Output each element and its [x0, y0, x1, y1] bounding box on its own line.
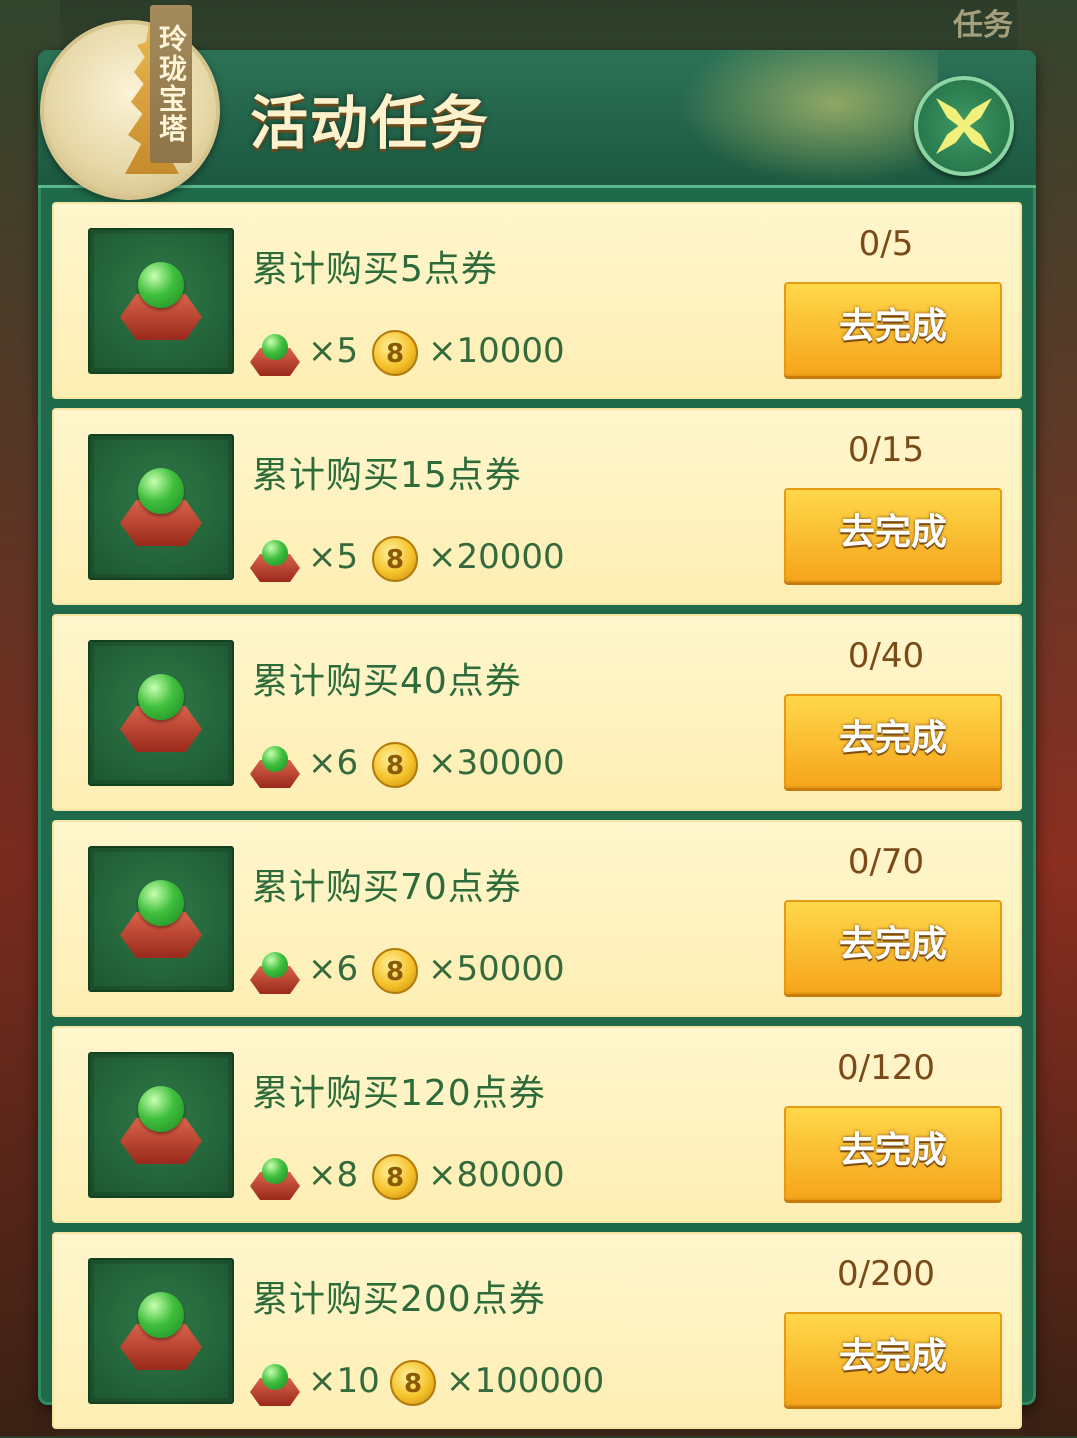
gold-coin-icon: 8 — [372, 742, 418, 788]
task-title: 累计购买15点券 — [252, 455, 522, 496]
gold-coin-icon: 8 — [372, 948, 418, 994]
go-complete-button[interactable]: 去完成 — [784, 1106, 1002, 1200]
jade-orb-icon — [116, 1080, 206, 1170]
task-progress: 0/120 — [837, 1048, 935, 1088]
task-reward-icon — [88, 1258, 234, 1404]
jade-orb-small-icon — [248, 744, 302, 788]
go-complete-button[interactable]: 去完成 — [784, 488, 1002, 582]
go-complete-button[interactable]: 去完成 — [784, 694, 1002, 788]
go-complete-button[interactable]: 去完成 — [784, 1312, 1002, 1406]
jade-orb-quantity: ×8 — [308, 1155, 359, 1195]
task-title: 累计购买70点券 — [252, 867, 522, 908]
panel-title: 活动任务 — [250, 89, 491, 157]
close-x-icon — [936, 98, 992, 154]
task-row: 累计购买5点券 ×5 8 ×10000 0/5 去完成 — [52, 202, 1022, 399]
jade-orb-small-icon — [248, 332, 302, 376]
jade-orb-icon — [116, 256, 206, 346]
coin-quantity: ×50000 — [428, 949, 565, 989]
coin-quantity: ×30000 — [428, 743, 565, 783]
jade-orb-icon — [116, 1286, 206, 1376]
go-complete-button[interactable]: 去完成 — [784, 900, 1002, 994]
coin-quantity: ×80000 — [428, 1155, 565, 1195]
task-row: 累计购买40点券 ×6 8 ×30000 0/40 去完成 — [52, 614, 1022, 811]
jade-orb-small-icon — [248, 1156, 302, 1200]
gold-coin-icon: 8 — [372, 330, 418, 376]
task-reward-icon — [88, 1052, 234, 1198]
header-sparkle — [678, 50, 938, 185]
jade-orb-small-icon — [248, 1362, 302, 1406]
pagoda-badge-label: 玲珑宝塔 — [150, 5, 192, 163]
task-list: 累计购买5点券 ×5 8 ×10000 0/5 去完成 累计购买15点券 ×5 … — [52, 202, 1022, 1438]
task-reward-icon — [88, 228, 234, 374]
task-progress: 0/40 — [847, 636, 925, 676]
gold-coin-icon: 8 — [372, 1154, 418, 1200]
task-progress: 0/5 — [858, 224, 914, 264]
coin-quantity: ×20000 — [428, 537, 565, 577]
pagoda-badge — [40, 20, 220, 200]
jade-orb-small-icon — [248, 950, 302, 994]
jade-orb-small-icon — [248, 538, 302, 582]
task-row: 累计购买15点券 ×5 8 ×20000 0/15 去完成 — [52, 408, 1022, 605]
jade-orb-icon — [116, 668, 206, 758]
task-reward-icon — [88, 434, 234, 580]
gold-coin-icon: 8 — [390, 1360, 436, 1406]
task-progress: 0/200 — [837, 1254, 935, 1294]
jade-orb-quantity: ×5 — [308, 537, 359, 577]
background-task-label: 任务 — [953, 8, 1013, 43]
jade-orb-icon — [116, 874, 206, 964]
jade-orb-quantity: ×10 — [308, 1361, 380, 1401]
jade-orb-quantity: ×6 — [308, 949, 359, 989]
jade-orb-quantity: ×5 — [308, 331, 359, 371]
task-title: 累计购买40点券 — [252, 661, 522, 702]
task-row: 累计购买200点券 ×10 8 ×100000 0/200 去完成 — [52, 1232, 1022, 1429]
task-title: 累计购买5点券 — [252, 249, 498, 290]
task-reward-icon — [88, 640, 234, 786]
close-button[interactable] — [914, 76, 1014, 176]
task-reward-icon — [88, 846, 234, 992]
jade-orb-quantity: ×6 — [308, 743, 359, 783]
task-title: 累计购买200点券 — [252, 1279, 546, 1320]
coin-quantity: ×100000 — [446, 1361, 605, 1401]
task-progress: 0/70 — [847, 842, 925, 882]
task-progress: 0/15 — [847, 430, 925, 470]
gold-coin-icon: 8 — [372, 536, 418, 582]
task-row: 累计购买70点券 ×6 8 ×50000 0/70 去完成 — [52, 820, 1022, 1017]
coin-quantity: ×10000 — [428, 331, 565, 371]
go-complete-button[interactable]: 去完成 — [784, 282, 1002, 376]
task-row: 累计购买120点券 ×8 8 ×80000 0/120 去完成 — [52, 1026, 1022, 1223]
task-title: 累计购买120点券 — [252, 1073, 546, 1114]
jade-orb-icon — [116, 462, 206, 552]
